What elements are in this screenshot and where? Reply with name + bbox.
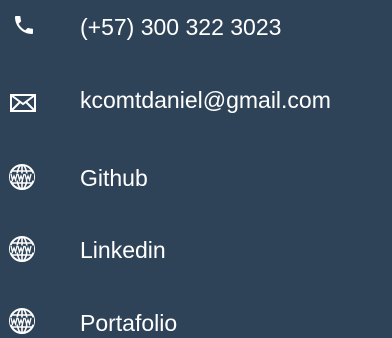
contact-item-phone: (+57) 300 322 3023 bbox=[0, 8, 392, 48]
contact-item-linkedin: Linkedin bbox=[0, 230, 392, 270]
phone-link[interactable]: (+57) 300 322 3023 bbox=[80, 13, 281, 41]
email-link[interactable]: kcomtdaniel@gmail.com bbox=[80, 86, 331, 114]
portfolio-link[interactable]: Portafolio bbox=[80, 309, 177, 337]
envelope-icon bbox=[10, 93, 36, 113]
linkedin-link[interactable]: Linkedin bbox=[80, 236, 166, 264]
github-link[interactable]: Github bbox=[80, 164, 148, 192]
globe-www-icon bbox=[8, 163, 36, 191]
contact-item-email: kcomtdaniel@gmail.com bbox=[0, 80, 392, 120]
phone-icon bbox=[12, 13, 36, 37]
globe-www-icon bbox=[8, 307, 36, 335]
globe-www-icon bbox=[8, 235, 36, 263]
contact-item-github: Github bbox=[0, 158, 392, 198]
contact-list: (+57) 300 322 3023 kcomtdaniel@gmail.com bbox=[0, 0, 392, 338]
contact-item-portfolio: Portafolio bbox=[0, 302, 392, 338]
